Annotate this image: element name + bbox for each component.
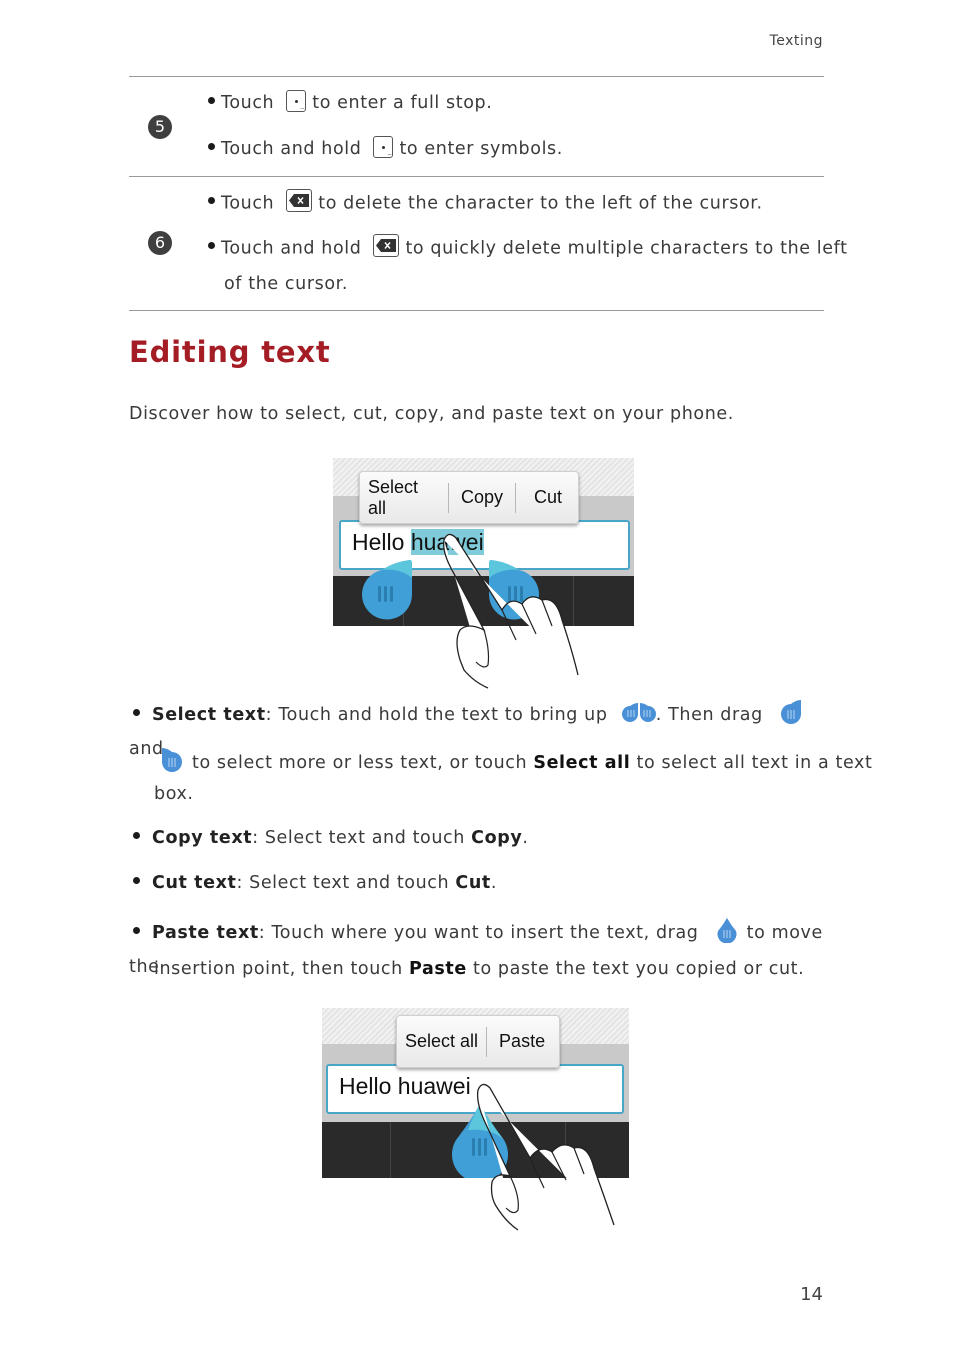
- bullet-dot: [208, 242, 215, 249]
- select-all-button[interactable]: Select all: [397, 1031, 486, 1052]
- selection-handles-icon: [621, 703, 656, 722]
- copy-text-item: Copy text: Select text and touch Copy.: [129, 821, 829, 855]
- input-text: Hello huawei: [339, 1073, 471, 1099]
- instruction-continuation: of the cursor.: [224, 274, 348, 294]
- pointing-hand-icon: [476, 1083, 615, 1231]
- item-text: : Touch and hold the text to bring up: [265, 705, 608, 725]
- delete-key-icon: [373, 234, 400, 257]
- instruction-prefix: Touch and hold: [221, 139, 362, 159]
- full-stop-key-icon: ...: [373, 136, 394, 158]
- select-all-button[interactable]: Select all: [360, 477, 448, 519]
- cut-button[interactable]: Cut: [516, 487, 578, 508]
- paste-text-continuation: insertion point, then touch Paste to pas…: [154, 959, 804, 979]
- end-handle-icon: [162, 748, 182, 772]
- select-text-continuation: to select more or less text, or touch Se…: [154, 748, 873, 776]
- start-handle-icon: [781, 700, 802, 724]
- section-title: Editing text: [129, 335, 331, 369]
- bullet-dot: [133, 926, 140, 934]
- copy-button[interactable]: Copy: [449, 487, 515, 508]
- bullet-dot: [133, 831, 140, 839]
- key-instruction-line: Touch and hold to quickly delete multiple…: [208, 234, 848, 260]
- step-number-badge: 5: [148, 115, 172, 139]
- cut-reference: Cut: [455, 873, 491, 893]
- bullet-dot: [208, 142, 215, 150]
- item-text: to select more or less text, or touch: [192, 753, 528, 773]
- select-all-reference: Select all: [533, 753, 631, 773]
- selection-start-handle-icon[interactable]: [360, 558, 414, 622]
- key-table-row-5: 5 Touch... to enter a full stop. Touch an…: [129, 77, 824, 176]
- insertion-handle-icon: [717, 918, 737, 943]
- item-text: insertion point, then touch: [154, 959, 403, 979]
- paste-button[interactable]: Paste: [487, 1031, 557, 1052]
- instruction-prefix: Touch: [221, 193, 275, 214]
- instruction-prefix: Touch: [221, 93, 275, 113]
- item-text: : Touch where you want to insert the tex…: [258, 923, 699, 943]
- key-instruction-line: Touch to delete the character to the left…: [208, 189, 763, 215]
- context-menu: Select all Paste: [396, 1015, 560, 1068]
- instruction-suffix: to delete the character to the left of t…: [318, 193, 763, 214]
- select-text-continuation: box.: [154, 784, 194, 804]
- item-text: .: [490, 873, 498, 893]
- bullet-dot: [133, 876, 140, 884]
- item-label: Select text: [152, 705, 266, 725]
- key-instruction-line: Touch... to enter a full stop.: [208, 90, 493, 114]
- unselected-text: Hello: [352, 529, 411, 555]
- instruction-suffix: to enter a full stop.: [312, 93, 493, 113]
- item-text: : Select text and touch: [236, 873, 450, 893]
- bullet-dot: [208, 197, 215, 204]
- item-label: Cut text: [152, 873, 237, 893]
- delete-key-icon: [286, 189, 313, 212]
- full-stop-key-icon: ...: [286, 90, 307, 112]
- item-text: . Then drag: [655, 705, 763, 725]
- bullet-dot: [208, 96, 215, 104]
- instruction-prefix: Touch and hold: [221, 238, 362, 259]
- page-number: 14: [800, 1284, 823, 1305]
- copy-reference: Copy: [471, 828, 523, 848]
- key-instruction-line: Touch and hold... to enter symbols.: [208, 136, 563, 160]
- running-header: Texting: [769, 33, 823, 49]
- item-text: .: [522, 828, 529, 848]
- instruction-suffix: to quickly delete multiple characters to…: [405, 238, 848, 259]
- step-number-badge: 6: [148, 231, 172, 255]
- item-text: to paste the text you copied or cut.: [473, 959, 805, 979]
- key-table-row-6: 6 Touch to delete the character to the le…: [129, 177, 847, 310]
- table-bottom-rule: [129, 310, 824, 311]
- item-text: to select all text in a text: [636, 753, 873, 773]
- instruction-suffix: to enter symbols.: [399, 139, 563, 159]
- context-menu: Select all Copy Cut: [359, 471, 579, 524]
- item-text: : Select text and touch: [252, 828, 465, 848]
- paste-reference: Paste: [409, 959, 467, 979]
- bullet-dot: [133, 708, 140, 716]
- item-label: Copy text: [152, 828, 253, 848]
- item-label: Paste text: [152, 923, 259, 943]
- section-intro: Discover how to select, cut, copy, and p…: [129, 404, 734, 424]
- pointing-hand-icon: [443, 533, 579, 689]
- cut-text-item: Cut text: Select text and touch Cut.: [129, 866, 829, 900]
